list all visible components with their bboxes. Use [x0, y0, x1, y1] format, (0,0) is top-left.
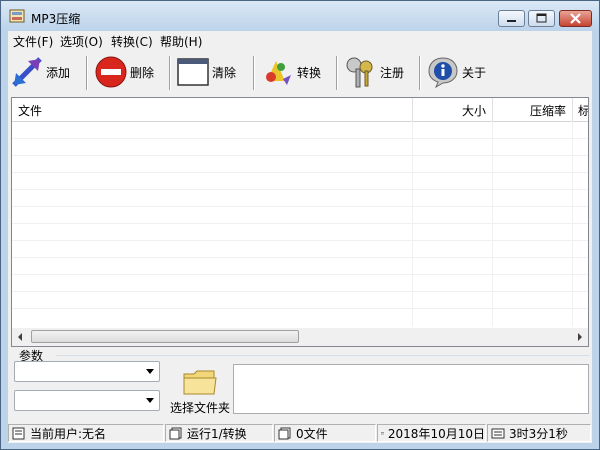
param-combo-1[interactable]	[14, 361, 160, 382]
clear-button[interactable]: 清除	[176, 52, 236, 92]
param-combo-2[interactable]	[14, 390, 160, 411]
scroll-left-icon[interactable]	[16, 332, 24, 342]
select-folder-label: 选择文件夹	[169, 401, 230, 415]
column-divider[interactable]	[572, 98, 573, 121]
folder-icon	[183, 370, 217, 395]
status-date-text: 2018年10月10日	[387, 426, 485, 441]
delete-icon	[95, 56, 127, 88]
about-label: 关于	[462, 65, 487, 80]
grid-line	[12, 189, 588, 190]
add-label: 添加	[46, 65, 71, 80]
params-group-line	[56, 355, 589, 356]
convert-button[interactable]: 转换	[261, 52, 321, 92]
clear-label: 清除	[212, 65, 237, 80]
maximize-icon	[536, 13, 547, 23]
toolbar-separator	[253, 56, 255, 90]
column-size[interactable]: 大小	[462, 102, 486, 119]
menu-options[interactable]: 选项(O)	[60, 33, 103, 50]
client-area: 文件(F) 选项(O) 转换(C) 帮助(H) 添加 删除 清除 转换 注册 关…	[8, 31, 592, 443]
register-button[interactable]: 注册	[344, 52, 404, 92]
menu-help[interactable]: 帮助(H)	[160, 33, 202, 50]
about-button[interactable]: 关于	[426, 52, 486, 92]
minimize-icon	[507, 20, 516, 22]
grid-line	[12, 240, 588, 241]
info-icon	[428, 57, 458, 89]
menu-bar: 文件(F) 选项(O) 转换(C) 帮助(H)	[8, 31, 592, 50]
title-bar[interactable]: MP3压缩	[1, 1, 599, 31]
horizontal-scrollbar[interactable]	[12, 328, 588, 346]
file-list[interactable]: 文件 大小 压缩率 标	[11, 97, 589, 347]
grid-line	[12, 223, 588, 224]
app-icon	[9, 9, 25, 23]
column-ratio[interactable]: 压缩率	[530, 102, 566, 119]
grid-line	[12, 206, 588, 207]
column-divider[interactable]	[492, 98, 493, 121]
user-book-icon	[12, 427, 25, 439]
toolbar-separator	[419, 56, 421, 90]
toolbar-separator	[86, 56, 88, 90]
add-button[interactable]: 添加	[10, 52, 70, 92]
close-button[interactable]	[559, 10, 592, 27]
grid-line	[12, 308, 588, 309]
toolbar-separator	[169, 56, 171, 90]
list-header: 文件 大小 压缩率 标	[12, 98, 588, 122]
grid-line	[12, 138, 588, 139]
status-time-text: 3时3分1秒	[509, 426, 568, 441]
calendar-icon	[381, 431, 384, 435]
clear-window-icon	[177, 58, 209, 86]
convert-label: 转换	[297, 65, 322, 80]
output-text-area[interactable]	[233, 364, 589, 414]
pages-icon	[169, 427, 182, 439]
delete-button[interactable]: 删除	[94, 52, 154, 92]
status-files: 0文件	[274, 424, 376, 442]
status-date: 2018年10月10日	[377, 424, 486, 442]
status-user: 当前用户:无名	[8, 424, 164, 442]
keys-icon	[346, 57, 373, 88]
scroll-right-icon[interactable]	[576, 332, 584, 342]
menu-convert[interactable]: 转换(C)	[111, 33, 153, 50]
dropdown-arrow-icon[interactable]	[146, 369, 154, 374]
close-icon	[570, 13, 581, 24]
grid-line	[12, 155, 588, 156]
clock-card-icon	[491, 428, 505, 438]
status-bar: 当前用户:无名 运行1/转换 0文件 2018年10月10日 3时3分1秒	[8, 422, 592, 443]
toolbar-separator	[336, 56, 338, 90]
maximize-button[interactable]	[528, 10, 555, 27]
status-running-text: 运行1/转换	[187, 426, 247, 441]
convert-icon	[266, 61, 291, 85]
delete-label: 删除	[130, 65, 155, 80]
minimize-button[interactable]	[498, 10, 525, 27]
scrollbar-thumb[interactable]	[31, 330, 299, 343]
toolbar: 添加 删除 清除 转换 注册 关于	[8, 50, 592, 94]
grid-line	[12, 172, 588, 173]
status-time: 3时3分1秒	[487, 424, 591, 442]
select-folder-button[interactable]: 选择文件夹	[168, 367, 232, 417]
grid-line	[12, 257, 588, 258]
column-divider[interactable]	[412, 98, 413, 121]
dropdown-arrow-icon[interactable]	[146, 398, 154, 403]
status-files-text: 0文件	[296, 426, 328, 441]
files-icon	[278, 427, 291, 439]
grid-line	[12, 274, 588, 275]
status-user-text: 当前用户:无名	[30, 426, 107, 441]
column-file[interactable]: 文件	[18, 102, 42, 119]
menu-file[interactable]: 文件(F)	[13, 33, 53, 50]
status-running: 运行1/转换	[165, 424, 273, 442]
window-title: MP3压缩	[31, 12, 81, 26]
register-label: 注册	[380, 65, 405, 80]
grid-line	[12, 291, 588, 292]
app-window: MP3压缩 文件(F) 选项(O) 转换(C) 帮助(H) 添加 删除 清除 转…	[0, 0, 600, 450]
column-tag[interactable]: 标	[578, 102, 588, 119]
add-arrows-icon	[12, 57, 42, 87]
